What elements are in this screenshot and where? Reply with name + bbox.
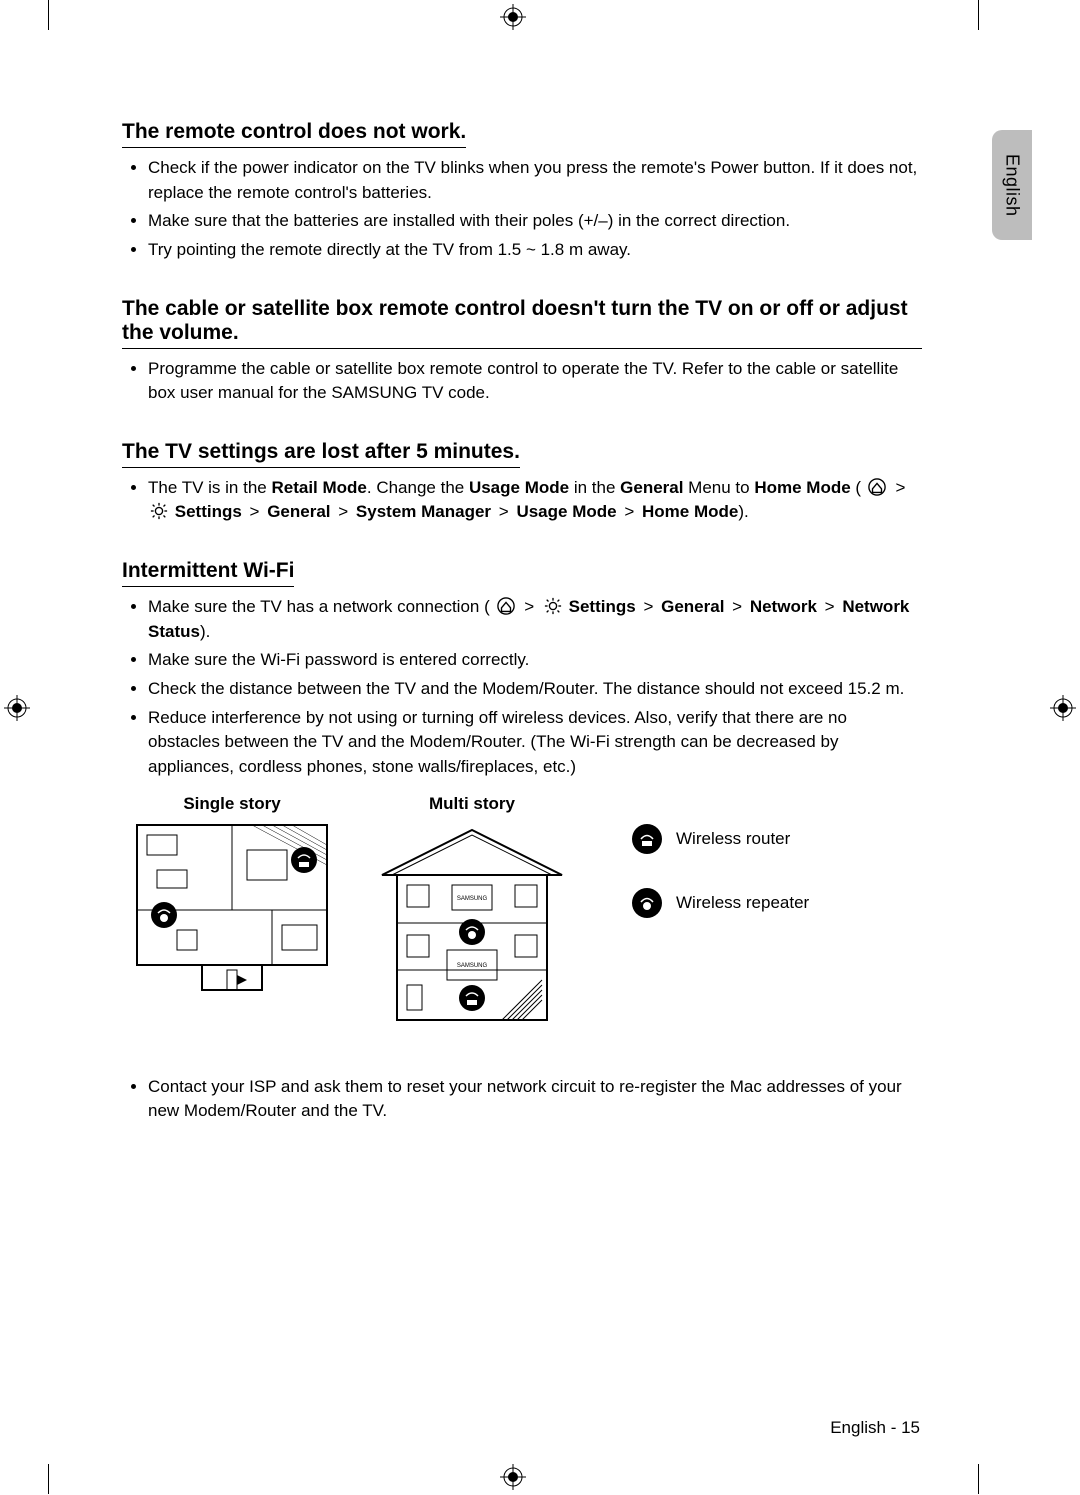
chevron: >: [338, 502, 348, 521]
home-icon: [868, 478, 886, 496]
legend-row-repeater: Wireless repeater: [632, 888, 809, 918]
list-item: Reduce interference by not using or turn…: [148, 706, 922, 780]
bold-text: Home Mode: [754, 478, 850, 497]
bold-text: Settings: [569, 597, 636, 616]
text: ).: [738, 502, 748, 521]
diagram-multi-story: Multi story SAMSUNG: [362, 794, 582, 1035]
bold-text: Home Mode: [642, 502, 738, 521]
diagram-row: Single story: [132, 794, 922, 1035]
bold-text: Usage Mode: [516, 502, 616, 521]
list-item: Make sure the TV has a network connectio…: [148, 595, 922, 644]
page-content: The remote control does not work. Check …: [122, 120, 922, 1128]
chevron: >: [825, 597, 835, 616]
wireless-repeater-icon: [632, 888, 662, 918]
gear-icon: [150, 502, 168, 520]
registration-mark-icon: [4, 695, 30, 721]
text: The TV is in the: [148, 478, 271, 497]
list-item: Check the distance between the TV and th…: [148, 677, 922, 702]
bold-text: General: [267, 502, 330, 521]
section-title-cable: The cable or satellite box remote contro…: [122, 297, 922, 349]
list-item: The TV is in the Retail Mode. Change the…: [148, 476, 922, 525]
crop-mark: [978, 0, 979, 30]
diagram-title: Multi story: [429, 794, 515, 814]
crop-mark: [48, 1464, 49, 1494]
diagram-single-story: Single story: [132, 794, 332, 1035]
list-wifi: Make sure the TV has a network connectio…: [122, 595, 922, 779]
crop-mark: [978, 1464, 979, 1494]
diagram-title: Single story: [183, 794, 280, 814]
registration-mark-icon: [500, 4, 526, 30]
wireless-router-icon: [632, 824, 662, 854]
bold-text: General: [661, 597, 724, 616]
list-item: Check if the power indicator on the TV b…: [148, 156, 922, 205]
bold-text: Usage Mode: [469, 478, 569, 497]
list-item: Try pointing the remote directly at the …: [148, 238, 922, 263]
chevron: >: [624, 502, 634, 521]
legend-label: Wireless router: [676, 829, 790, 849]
list-item: Programme the cable or satellite box rem…: [148, 357, 922, 406]
bold-text: System Manager: [356, 502, 491, 521]
chevron: >: [896, 478, 906, 497]
chevron: >: [250, 502, 260, 521]
registration-mark-icon: [1050, 695, 1076, 721]
legend-row-router: Wireless router: [632, 824, 809, 854]
section-title-settings: The TV settings are lost after 5 minutes…: [122, 440, 520, 468]
registration-mark-icon: [500, 1464, 526, 1490]
bold-text: General: [620, 478, 683, 497]
home-icon: [497, 597, 515, 615]
list-settings: The TV is in the Retail Mode. Change the…: [122, 476, 922, 525]
list-remote: Check if the power indicator on the TV b…: [122, 156, 922, 263]
text: ).: [200, 622, 210, 641]
list-wifi-cont: Contact your ISP and ask them to reset y…: [122, 1075, 922, 1124]
svg-text:SAMSUNG: SAMSUNG: [457, 896, 488, 902]
list-item: Make sure the Wi-Fi password is entered …: [148, 648, 922, 673]
bold-text: Retail Mode: [271, 478, 366, 497]
chevron: >: [524, 597, 534, 616]
legend-label: Wireless repeater: [676, 893, 809, 913]
text: (: [851, 478, 861, 497]
svg-text:SAMSUNG: SAMSUNG: [457, 963, 488, 969]
bold-text: Settings: [175, 502, 242, 521]
bold-text: Network: [750, 597, 817, 616]
list-cable: Programme the cable or satellite box rem…: [122, 357, 922, 406]
chevron: >: [732, 597, 742, 616]
section-title-wifi: Intermittent Wi-Fi: [122, 559, 294, 587]
text: in the: [569, 478, 620, 497]
crop-mark: [48, 0, 49, 30]
building-multi-story-icon: SAMSUNG SAMSUNG: [362, 820, 582, 1035]
diagram-legend: Wireless router Wireless repeater: [632, 824, 809, 1035]
list-item: Contact your ISP and ask them to reset y…: [148, 1075, 922, 1124]
chevron: >: [499, 502, 509, 521]
floorplan-single-story-icon: [132, 820, 332, 1005]
gear-icon: [544, 597, 562, 615]
chevron: >: [643, 597, 653, 616]
text: . Change the: [367, 478, 469, 497]
page-footer: English - 15: [830, 1418, 920, 1438]
language-tab: English: [992, 130, 1032, 240]
list-item: Make sure that the batteries are install…: [148, 209, 922, 234]
section-title-remote: The remote control does not work.: [122, 120, 466, 148]
text: Make sure the TV has a network connectio…: [148, 597, 490, 616]
text: Menu to: [683, 478, 754, 497]
